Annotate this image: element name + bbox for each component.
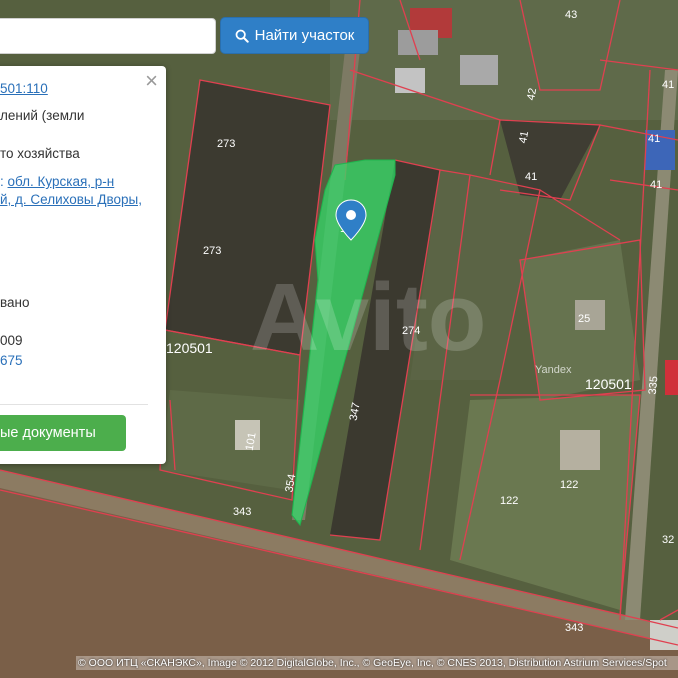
- close-icon[interactable]: ×: [145, 70, 158, 92]
- house-roof: [560, 430, 600, 470]
- registration-status: вано: [0, 295, 30, 310]
- search-input[interactable]: [0, 18, 216, 54]
- plot-label: 273: [203, 245, 221, 257]
- plot-label: 273: [217, 138, 235, 150]
- order-documents-button[interactable]: ые документы: [0, 415, 126, 451]
- cadastral-number-link[interactable]: 501:110: [0, 81, 48, 96]
- quarter-label: 120501: [585, 376, 632, 392]
- plot-label: 343: [565, 622, 583, 634]
- address-label: :: [0, 174, 4, 189]
- plot-label: 343: [233, 506, 251, 518]
- address-link-cont[interactable]: й, д. Селиховы Дворы,: [0, 192, 142, 207]
- search-icon: [235, 29, 249, 43]
- plot-label: 43: [565, 9, 577, 21]
- avito-watermark: Avito: [250, 264, 486, 371]
- plot-label: 41: [662, 79, 674, 91]
- house-roof: [395, 68, 425, 93]
- quarter-label: 120501: [166, 340, 213, 356]
- plot-label: 122: [500, 495, 518, 507]
- house-roof: [398, 30, 438, 55]
- find-plot-button-label: Найти участок: [254, 27, 355, 44]
- divider: [0, 404, 148, 405]
- registration-year: 009: [0, 333, 23, 348]
- address-link[interactable]: обл. Курская, р-н: [8, 174, 115, 189]
- plot-label: 25: [578, 313, 590, 325]
- plot-label: 42: [525, 87, 539, 101]
- map-attribution: © ООО ИТЦ «СКАНЭКС», Image © 2012 Digita…: [76, 656, 678, 670]
- village-area: [330, 0, 678, 120]
- plot-label: 41: [650, 179, 662, 191]
- find-plot-button[interactable]: Найти участок: [220, 17, 369, 54]
- yandex-watermark: Yandex: [535, 364, 572, 376]
- house-roof: [665, 360, 678, 395]
- cadastral-cost[interactable]: 675: [0, 351, 23, 370]
- land-category-text: лений (земли: [0, 108, 85, 123]
- plot-info-panel: × 501:110 лений (земли то хозяйства : об…: [0, 66, 166, 464]
- house-roof: [460, 55, 498, 85]
- plot-label: 41: [517, 130, 531, 144]
- permitted-use-text: то хозяйства: [0, 146, 80, 161]
- plot-label: 41: [525, 171, 537, 183]
- plot-label: 122: [560, 479, 578, 491]
- plot-label: 41: [648, 133, 660, 145]
- plot-label: 32: [662, 534, 674, 546]
- plot-label: 335: [647, 376, 661, 395]
